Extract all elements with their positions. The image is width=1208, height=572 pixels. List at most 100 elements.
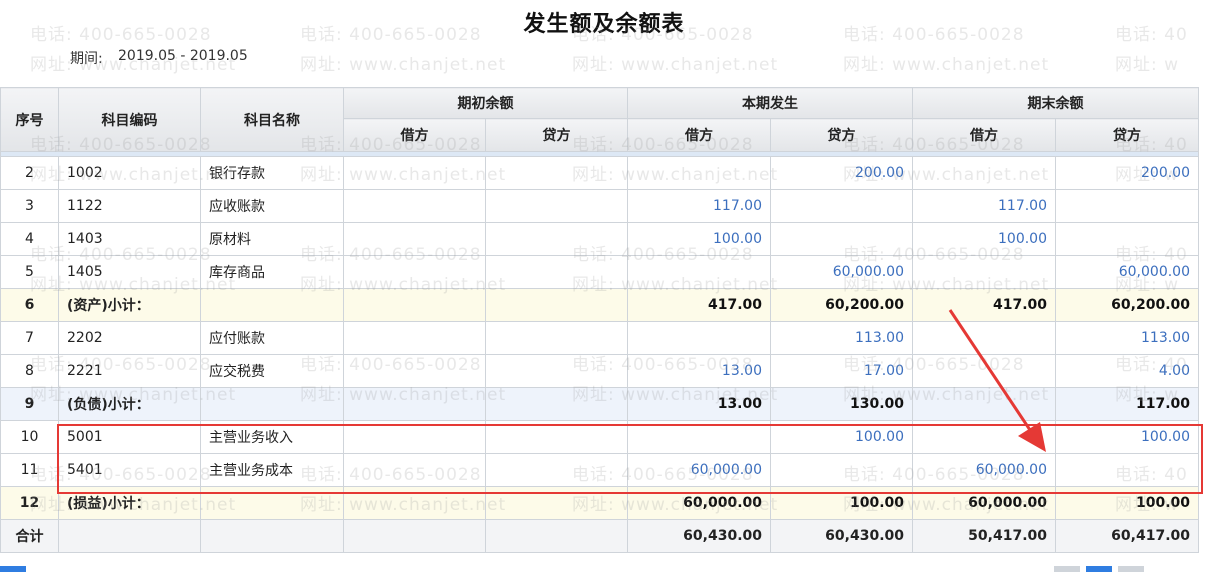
opening-credit-cell	[485, 387, 628, 421]
row-seq: 4	[0, 222, 59, 256]
closing-credit-cell: 60,200.00	[1055, 288, 1199, 322]
current-debit-cell[interactable]: 100.00	[627, 222, 771, 256]
header-opening-credit: 贷方	[485, 118, 628, 152]
row-seq: 3	[0, 189, 59, 223]
current-debit-cell: 417.00	[627, 288, 771, 322]
header-name: 科目名称	[200, 87, 344, 152]
row-name: 应付账款	[200, 321, 344, 355]
row-code: 1122	[58, 189, 201, 223]
row-seq: 12	[0, 486, 59, 520]
opening-credit-cell	[485, 321, 628, 355]
footer-button[interactable]	[1086, 566, 1112, 572]
row-code: 1403	[58, 222, 201, 256]
current-debit-cell[interactable]: 13.00	[627, 354, 771, 388]
closing-credit-cell[interactable]	[1055, 222, 1199, 256]
footer-button[interactable]	[0, 566, 26, 572]
closing-debit-cell: 417.00	[912, 288, 1056, 322]
subtotal-label: (资产)小计：	[58, 288, 201, 322]
current-credit-cell[interactable]: 60,000.00	[770, 255, 913, 289]
total-closing-debit: 50,417.00	[912, 519, 1056, 553]
opening-debit-cell	[343, 189, 486, 223]
table-row[interactable]: 5 1405 库存商品 60,000.00 60,000.00	[0, 255, 1199, 289]
current-credit-cell[interactable]: 200.00	[770, 156, 913, 190]
closing-credit-cell[interactable]: 113.00	[1055, 321, 1199, 355]
closing-debit-cell[interactable]	[912, 156, 1056, 190]
row-seq: 6	[0, 288, 59, 322]
current-credit-cell[interactable]: 17.00	[770, 354, 913, 388]
closing-debit-cell[interactable]	[912, 354, 1056, 388]
table-row[interactable]: 8 2221 应交税费 13.00 17.00 4.00	[0, 354, 1199, 388]
subtotal-row-assets: 6 (资产)小计： 417.00 60,200.00 417.00 60,200…	[0, 288, 1199, 322]
annotation-highlight-box	[57, 424, 1203, 494]
closing-debit-cell	[912, 387, 1056, 421]
closing-credit-cell[interactable]: 200.00	[1055, 156, 1199, 190]
row-name: 应交税费	[200, 354, 344, 388]
row-seq: 11	[0, 453, 59, 487]
opening-credit-cell	[485, 354, 628, 388]
row-name: 银行存款	[200, 156, 344, 190]
closing-debit-cell[interactable]	[912, 255, 1056, 289]
opening-debit-cell	[343, 288, 486, 322]
row-seq: 5	[0, 255, 59, 289]
header-closing: 期末余额	[912, 87, 1199, 119]
total-opening-debit	[343, 519, 486, 553]
header-code: 科目编码	[58, 87, 201, 152]
current-debit-cell: 13.00	[627, 387, 771, 421]
current-debit-cell[interactable]	[627, 156, 771, 190]
closing-debit-cell[interactable]: 100.00	[912, 222, 1056, 256]
current-credit-cell[interactable]	[770, 189, 913, 223]
current-credit-cell[interactable]	[770, 222, 913, 256]
subtotal-row-liabilities: 9 (负债)小计： 13.00 130.00 117.00	[0, 387, 1199, 421]
closing-credit-cell[interactable]	[1055, 189, 1199, 223]
closing-credit-cell[interactable]: 60,000.00	[1055, 255, 1199, 289]
total-current-credit: 60,430.00	[770, 519, 913, 553]
table-row[interactable]: 7 2202 应付账款 113.00 113.00	[0, 321, 1199, 355]
current-debit-cell[interactable]	[627, 255, 771, 289]
total-opening-credit	[485, 519, 628, 553]
row-name: 库存商品	[200, 255, 344, 289]
opening-credit-cell	[485, 156, 628, 190]
footer-button[interactable]	[1118, 566, 1144, 572]
opening-credit-cell	[485, 189, 628, 223]
table-row[interactable]: 2 1002 银行存款 200.00 200.00	[0, 156, 1199, 190]
header-opening: 期初余额	[343, 87, 628, 119]
row-code: 1002	[58, 156, 201, 190]
opening-debit-cell	[343, 354, 486, 388]
closing-debit-cell[interactable]: 117.00	[912, 189, 1056, 223]
watermark-text: 网址: w	[1115, 55, 1180, 75]
row-seq: 9	[0, 387, 59, 421]
total-label: 合计	[0, 519, 59, 553]
footer-button[interactable]	[1054, 566, 1080, 572]
header-closing-credit: 贷方	[1055, 118, 1199, 152]
watermark-text: 网址: www.chanjet.net	[300, 55, 507, 75]
opening-debit-cell	[343, 156, 486, 190]
watermark-text: 网址: www.chanjet.net	[572, 55, 779, 75]
header-current-credit: 贷方	[770, 118, 913, 152]
current-credit-cell: 130.00	[770, 387, 913, 421]
opening-credit-cell	[485, 288, 628, 322]
opening-credit-cell	[485, 222, 628, 256]
table-row[interactable]: 4 1403 原材料 100.00 100.00	[0, 222, 1199, 256]
row-name: 应收账款	[200, 189, 344, 223]
opening-debit-cell	[343, 255, 486, 289]
current-debit-cell[interactable]	[627, 321, 771, 355]
row-seq: 10	[0, 420, 59, 454]
table-row[interactable]: 3 1122 应收账款 117.00 117.00	[0, 189, 1199, 223]
current-debit-cell[interactable]: 117.00	[627, 189, 771, 223]
total-name	[200, 519, 344, 553]
row-seq: 2	[0, 156, 59, 190]
row-name	[200, 288, 344, 322]
closing-debit-cell[interactable]	[912, 321, 1056, 355]
opening-debit-cell	[343, 387, 486, 421]
period-label: 期间:	[70, 51, 103, 67]
header-seq: 序号	[0, 87, 59, 152]
report-title: 发生额及余额表	[523, 12, 685, 37]
total-closing-credit: 60,417.00	[1055, 519, 1199, 553]
closing-credit-cell: 117.00	[1055, 387, 1199, 421]
row-code: 2202	[58, 321, 201, 355]
row-code: 2221	[58, 354, 201, 388]
row-code: 1405	[58, 255, 201, 289]
closing-credit-cell[interactable]: 4.00	[1055, 354, 1199, 388]
total-code	[58, 519, 201, 553]
current-credit-cell[interactable]: 113.00	[770, 321, 913, 355]
